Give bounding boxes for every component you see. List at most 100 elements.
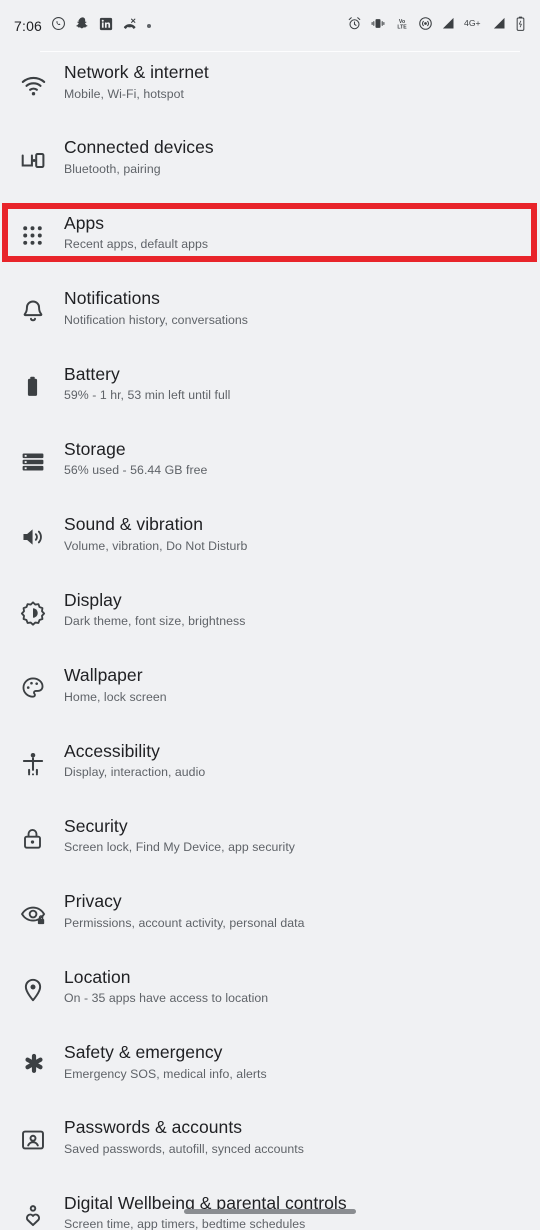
- settings-item-safety-emergency[interactable]: Safety & emergency Emergency SOS, medica…: [0, 1032, 540, 1107]
- settings-item-subtitle: Emergency SOS, medical info, alerts: [64, 1066, 267, 1081]
- settings-item-text: Safety & emergency Emergency SOS, medica…: [64, 1032, 267, 1083]
- svg-text:Vo: Vo: [399, 19, 405, 25]
- settings-item-subtitle: Screen lock, Find My Device, app securit…: [64, 840, 295, 855]
- settings-item-security[interactable]: Security Screen lock, Find My Device, ap…: [0, 806, 540, 881]
- lock-icon: [20, 806, 64, 851]
- network-type-icon: 4G+: [464, 17, 484, 35]
- settings-item-privacy[interactable]: Privacy Permissions, account activity, p…: [0, 881, 540, 956]
- settings-item-text: Connected devices Bluetooth, pairing: [64, 127, 214, 178]
- alarm-icon: [347, 16, 362, 36]
- settings-item-title: Sound & vibration: [64, 514, 203, 535]
- settings-item-text: Digital Wellbeing & parental controls Sc…: [64, 1183, 347, 1230]
- settings-item-text: Location On - 35 apps have access to loc…: [64, 957, 268, 1008]
- settings-item-network-internet[interactable]: Network & internet Mobile, Wi-Fi, hotspo…: [0, 52, 540, 127]
- settings-item-title: Network & internet: [64, 62, 209, 82]
- settings-item-text: Sound & vibration Volume, vibration, Do …: [64, 504, 247, 555]
- settings-item-text: Battery 59% - 1 hr, 53 min left until fu…: [64, 354, 230, 405]
- settings-list[interactable]: Network & internet Mobile, Wi-Fi, hotspo…: [0, 52, 540, 1230]
- settings-item-text: Privacy Permissions, account activity, p…: [64, 881, 305, 932]
- settings-item-subtitle: Screen time, app timers, bedtime schedul…: [64, 1217, 306, 1230]
- settings-item-text: Notifications Notification history, conv…: [64, 278, 248, 329]
- status-bar-clock: 7:06: [14, 18, 43, 34]
- account-card-icon: [20, 1107, 64, 1153]
- settings-item-apps[interactable]: Apps Recent apps, default apps: [0, 202, 540, 278]
- vibrate-icon: [370, 16, 386, 36]
- storage-icon: [20, 429, 64, 475]
- settings-item-sound-vibration[interactable]: Sound & vibration Volume, vibration, Do …: [0, 504, 540, 579]
- settings-item-title: Accessibility: [64, 740, 160, 761]
- status-bar-left: 7:06: [14, 16, 152, 37]
- brightness-icon: [20, 580, 64, 626]
- settings-item-accessibility[interactable]: Accessibility Display, interaction, audi…: [0, 731, 540, 806]
- settings-item-subtitle: Display, interaction, audio: [64, 765, 206, 780]
- settings-item-title: Storage: [64, 438, 126, 459]
- settings-item-notifications[interactable]: Notifications Notification history, conv…: [0, 278, 540, 353]
- battery-charging-icon: [515, 16, 526, 37]
- settings-item-subtitle: 59% - 1 hr, 53 min left until full: [64, 388, 231, 403]
- settings-item-text: Storage 56% used - 56.44 GB free: [64, 429, 207, 480]
- whatsapp-icon: [51, 16, 66, 36]
- wifi-icon: [20, 52, 64, 99]
- settings-item-subtitle: Saved passwords, autofill, synced accoun…: [64, 1141, 304, 1156]
- settings-item-subtitle: On - 35 apps have access to location: [64, 991, 269, 1006]
- volte-icon: Vo LTE: [394, 16, 410, 36]
- gesture-navigation-bar[interactable]: [184, 1209, 356, 1214]
- settings-item-title: Notifications: [64, 288, 160, 309]
- eye-lock-icon: [20, 881, 64, 928]
- snapchat-icon: [75, 16, 90, 36]
- settings-item-title: Wallpaper: [64, 665, 143, 686]
- settings-item-title: Security: [64, 815, 128, 836]
- settings-item-text: Display Dark theme, font size, brightnes…: [64, 580, 245, 631]
- more-notifications-dot-icon: [147, 24, 152, 28]
- signal-bars-sim2-icon: [492, 16, 507, 36]
- signal-bars-sim1-icon: [441, 16, 456, 36]
- settings-item-digital-wellbeing[interactable]: Digital Wellbeing & parental controls Sc…: [0, 1183, 540, 1230]
- connected-devices-icon: [20, 127, 64, 174]
- svg-text:LTE: LTE: [397, 25, 407, 31]
- settings-item-text: Wallpaper Home, lock screen: [64, 655, 167, 706]
- settings-item-subtitle: Recent apps, default apps: [64, 237, 209, 252]
- settings-item-subtitle: Notification history, conversations: [64, 312, 249, 327]
- settings-item-location[interactable]: Location On - 35 apps have access to loc…: [0, 957, 540, 1032]
- settings-item-text: Passwords & accounts Saved passwords, au…: [64, 1107, 304, 1158]
- svg-text:4G+: 4G+: [464, 18, 481, 28]
- apps-grid-icon: [20, 203, 64, 248]
- settings-item-subtitle: Dark theme, font size, brightness: [64, 614, 246, 629]
- linkedin-icon: [99, 17, 113, 36]
- palette-icon: [20, 655, 64, 701]
- settings-item-storage[interactable]: Storage 56% used - 56.44 GB free: [0, 429, 540, 504]
- settings-item-subtitle: Bluetooth, pairing: [64, 161, 161, 176]
- status-bar-right: Vo LTE 4G+: [347, 16, 526, 37]
- settings-item-text: Network & internet Mobile, Wi-Fi, hotspo…: [64, 52, 209, 103]
- settings-item-battery[interactable]: Battery 59% - 1 hr, 53 min left until fu…: [0, 354, 540, 429]
- settings-item-text: Accessibility Display, interaction, audi…: [64, 731, 205, 782]
- settings-item-connected-devices[interactable]: Connected devices Bluetooth, pairing: [0, 127, 540, 202]
- settings-item-passwords-accounts[interactable]: Passwords & accounts Saved passwords, au…: [0, 1107, 540, 1182]
- settings-item-title: Privacy: [64, 891, 122, 912]
- settings-item-subtitle: Home, lock screen: [64, 689, 167, 704]
- settings-item-text: Apps Recent apps, default apps: [64, 203, 208, 254]
- settings-item-subtitle: Volume, vibration, Do Not Disturb: [64, 538, 248, 553]
- status-bar: 7:06 Vo LTE 4G+: [0, 0, 540, 52]
- wellbeing-heart-icon: [20, 1183, 64, 1229]
- settings-item-title: Apps: [64, 212, 105, 233]
- hotspot-icon: [418, 16, 433, 36]
- settings-item-title: Connected devices: [64, 137, 214, 158]
- location-pin-icon: [20, 957, 64, 1003]
- settings-item-title: Safety & emergency: [64, 1042, 223, 1063]
- accessibility-icon: [20, 731, 64, 777]
- volume-icon: [20, 504, 64, 550]
- settings-item-title: Display: [64, 589, 122, 610]
- settings-item-subtitle: 56% used - 56.44 GB free: [64, 463, 208, 478]
- settings-item-title: Location: [64, 966, 131, 987]
- settings-item-display[interactable]: Display Dark theme, font size, brightnes…: [0, 580, 540, 655]
- missed-call-icon: [122, 16, 138, 37]
- settings-item-title: Battery: [64, 363, 120, 384]
- medical-star-icon: [20, 1032, 64, 1080]
- settings-item-wallpaper[interactable]: Wallpaper Home, lock screen: [0, 655, 540, 730]
- battery-icon: [20, 354, 64, 399]
- settings-item-subtitle: Permissions, account activity, personal …: [64, 915, 305, 930]
- bell-icon: [20, 278, 64, 324]
- settings-item-title: Passwords & accounts: [64, 1117, 243, 1138]
- settings-item-subtitle: Mobile, Wi-Fi, hotspot: [64, 86, 185, 101]
